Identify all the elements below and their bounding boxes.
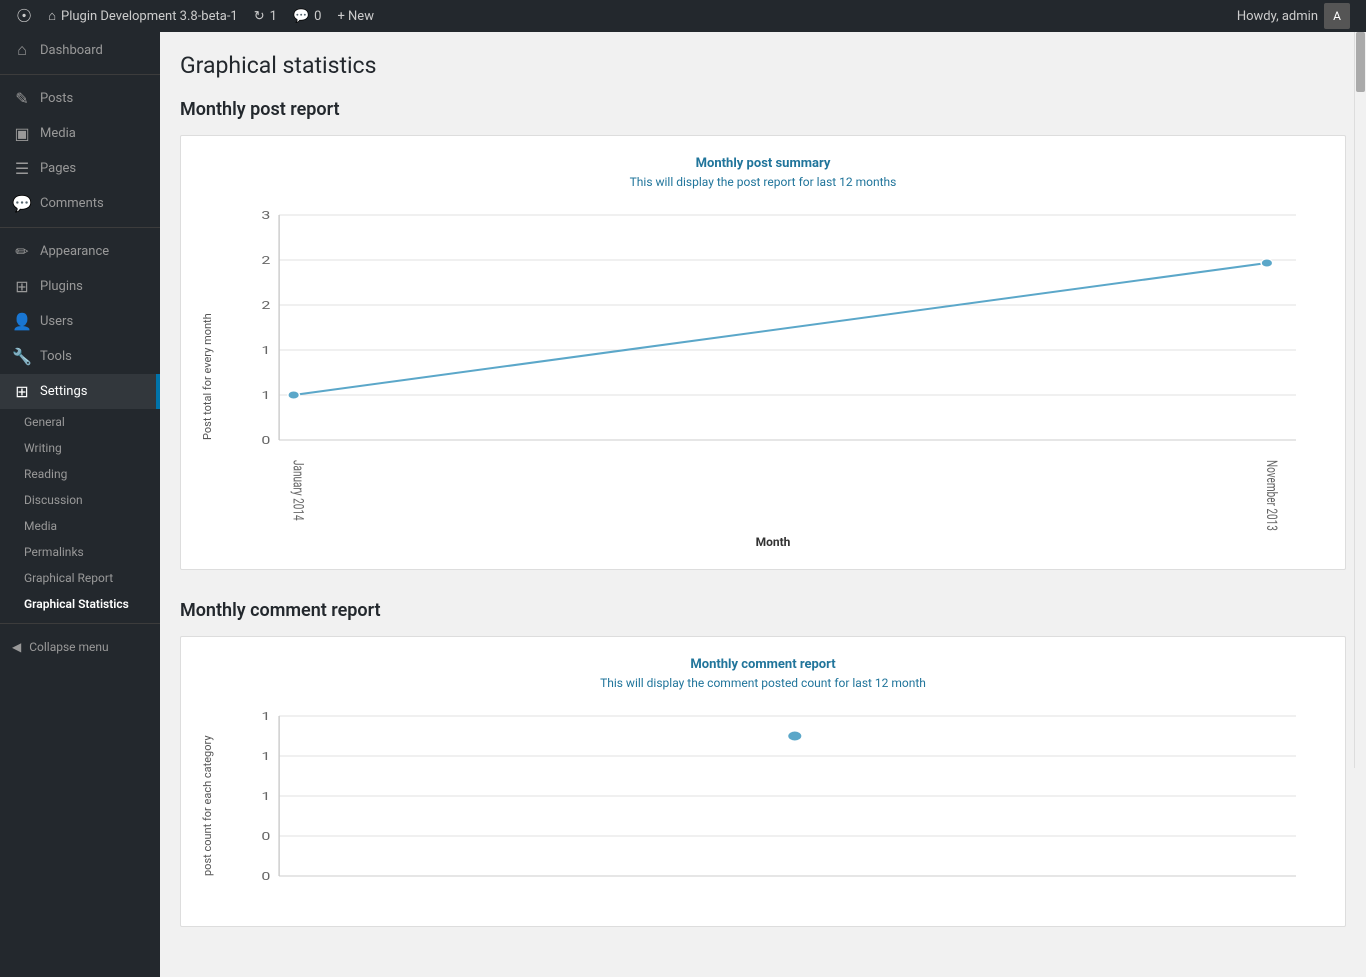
comments-icon: 💬 bbox=[293, 9, 309, 24]
sidebar-item-comments[interactable]: 💬 Comments bbox=[0, 186, 160, 221]
svg-text:2: 2 bbox=[261, 299, 270, 312]
post-chart-wrapper: Post total for every month bbox=[201, 205, 1325, 549]
sidebar-item-plugins-label: Plugins bbox=[40, 279, 83, 294]
new-content-button[interactable]: + New bbox=[329, 0, 382, 32]
post-report-title: Monthly post report bbox=[180, 99, 1346, 120]
wp-logo-button[interactable]: ☉ bbox=[8, 0, 40, 32]
comment-y-axis-label: post count for each category bbox=[201, 706, 221, 906]
svg-text:2: 2 bbox=[261, 254, 270, 267]
sidebar-item-comments-label: Comments bbox=[40, 196, 104, 211]
page-title: Graphical statistics bbox=[180, 52, 1346, 79]
sub-item-general[interactable]: General bbox=[0, 409, 160, 435]
post-chart-title: Monthly post summary bbox=[201, 156, 1325, 171]
sidebar-item-dashboard[interactable]: ⌂ Dashboard bbox=[0, 32, 160, 68]
sub-item-writing[interactable]: Writing bbox=[0, 435, 160, 461]
comments-count: 0 bbox=[314, 9, 321, 24]
updates-button[interactable]: ↻ 1 bbox=[246, 0, 285, 32]
sidebar-item-appearance[interactable]: ✏ Appearance bbox=[0, 234, 160, 269]
sidebar-item-pages-label: Pages bbox=[40, 161, 76, 176]
svg-text:0: 0 bbox=[261, 830, 270, 843]
comment-report-title: Monthly comment report bbox=[180, 600, 1346, 621]
appearance-icon: ✏ bbox=[12, 242, 32, 261]
comment-chart-area: 1 1 1 0 0 bbox=[221, 706, 1325, 906]
avatar: A bbox=[1324, 3, 1350, 29]
media-icon: ▣ bbox=[12, 124, 32, 143]
sidebar-item-media[interactable]: ▣ Media bbox=[0, 116, 160, 151]
sidebar-item-pages[interactable]: ☰ Pages bbox=[0, 151, 160, 186]
comments-nav-icon: 💬 bbox=[12, 194, 32, 213]
sidebar-item-dashboard-label: Dashboard bbox=[40, 43, 103, 58]
collapse-menu-button[interactable]: ◀ Collapse menu bbox=[0, 630, 160, 664]
home-icon: ⌂ bbox=[48, 8, 56, 24]
new-label: + New bbox=[337, 9, 374, 24]
post-chart-area: 3 2 2 1 1 0 January 2014 November 2013 bbox=[221, 205, 1325, 549]
sidebar-item-tools[interactable]: 🔧 Tools bbox=[0, 339, 160, 374]
collapse-label: Collapse menu bbox=[29, 640, 108, 654]
admin-bar: ☉ ⌂ Plugin Development 3.8-beta-1 ↻ 1 💬 … bbox=[0, 0, 1366, 32]
sub-item-media[interactable]: Media bbox=[0, 513, 160, 539]
sidebar-item-plugins[interactable]: ⊞ Plugins bbox=[0, 269, 160, 304]
updates-icon: ↻ bbox=[254, 9, 265, 24]
wp-icon: ☉ bbox=[16, 6, 32, 27]
sidebar: ⌂ Dashboard ✎ Posts ▣ Media ☰ Pages 💬 Co… bbox=[0, 32, 160, 977]
sidebar-item-media-label: Media bbox=[40, 126, 76, 141]
sidebar-item-settings[interactable]: ⊞ Settings bbox=[0, 374, 160, 409]
dashboard-icon: ⌂ bbox=[12, 40, 32, 60]
howdy-menu[interactable]: Howdy, admin A bbox=[1229, 3, 1358, 29]
collapse-icon: ◀ bbox=[12, 640, 21, 654]
sub-item-discussion[interactable]: Discussion bbox=[0, 487, 160, 513]
admin-bar-right: Howdy, admin A bbox=[1229, 3, 1358, 29]
comments-button[interactable]: 💬 0 bbox=[285, 0, 330, 32]
svg-text:November 2013: November 2013 bbox=[1262, 460, 1279, 531]
scrollbar-track[interactable] bbox=[1354, 32, 1366, 768]
post-y-axis-label: Post total for every month bbox=[201, 205, 221, 549]
plugins-icon: ⊞ bbox=[12, 277, 32, 296]
sidebar-item-posts-label: Posts bbox=[40, 91, 73, 106]
svg-text:1: 1 bbox=[261, 344, 270, 357]
comment-line-chart: 1 1 1 0 0 bbox=[221, 706, 1325, 906]
svg-text:1: 1 bbox=[261, 389, 270, 402]
svg-text:3: 3 bbox=[261, 209, 270, 222]
svg-text:0: 0 bbox=[261, 870, 270, 883]
scrollbar-thumb[interactable] bbox=[1356, 32, 1365, 92]
sidebar-divider-1 bbox=[0, 74, 160, 75]
sidebar-item-tools-label: Tools bbox=[40, 349, 72, 364]
site-name-label: Plugin Development 3.8-beta-1 bbox=[61, 9, 238, 24]
settings-icon: ⊞ bbox=[12, 382, 32, 401]
posts-icon: ✎ bbox=[12, 89, 32, 108]
comment-chart-subtitle: This will display the comment posted cou… bbox=[201, 676, 1325, 690]
tools-icon: 🔧 bbox=[12, 347, 32, 366]
post-line-chart: 3 2 2 1 1 0 January 2014 November 2013 bbox=[221, 205, 1325, 485]
svg-text:1: 1 bbox=[261, 710, 270, 723]
site-name-button[interactable]: ⌂ Plugin Development 3.8-beta-1 bbox=[40, 0, 246, 32]
sidebar-item-appearance-label: Appearance bbox=[40, 244, 109, 259]
users-icon: 👤 bbox=[12, 312, 32, 331]
sidebar-divider-3 bbox=[0, 623, 160, 624]
svg-text:1: 1 bbox=[261, 790, 270, 803]
sub-item-graphical-report[interactable]: Graphical Report bbox=[0, 565, 160, 591]
sidebar-item-users[interactable]: 👤 Users bbox=[0, 304, 160, 339]
howdy-text: Howdy, admin bbox=[1237, 9, 1318, 24]
comment-chart-wrapper: post count for each category 1 bbox=[201, 706, 1325, 906]
sub-item-graphical-statistics[interactable]: Graphical Statistics bbox=[0, 591, 160, 617]
comment-chart-title: Monthly comment report bbox=[201, 657, 1325, 672]
sidebar-item-users-label: Users bbox=[40, 314, 73, 329]
comment-report-chart-container: Monthly comment report This will display… bbox=[180, 636, 1346, 927]
sidebar-item-settings-label: Settings bbox=[40, 384, 87, 399]
sidebar-divider-2 bbox=[0, 227, 160, 228]
sidebar-item-posts[interactable]: ✎ Posts bbox=[0, 81, 160, 116]
svg-text:1: 1 bbox=[261, 750, 270, 763]
page-wrap: ⌂ Dashboard ✎ Posts ▣ Media ☰ Pages 💬 Co… bbox=[0, 32, 1366, 977]
svg-text:January 2014: January 2014 bbox=[289, 460, 306, 521]
settings-submenu: General Writing Reading Discussion Media… bbox=[0, 409, 160, 617]
main-content: Graphical statistics Monthly post report… bbox=[160, 32, 1366, 977]
post-report-chart-container: Monthly post summary This will display t… bbox=[180, 135, 1346, 570]
post-x-axis-title: Month bbox=[221, 535, 1325, 549]
pages-icon: ☰ bbox=[12, 159, 32, 178]
svg-text:0: 0 bbox=[261, 434, 270, 447]
updates-count: 1 bbox=[270, 9, 277, 24]
sub-item-permalinks[interactable]: Permalinks bbox=[0, 539, 160, 565]
sub-item-reading[interactable]: Reading bbox=[0, 461, 160, 487]
post-chart-subtitle: This will display the post report for la… bbox=[201, 175, 1325, 189]
